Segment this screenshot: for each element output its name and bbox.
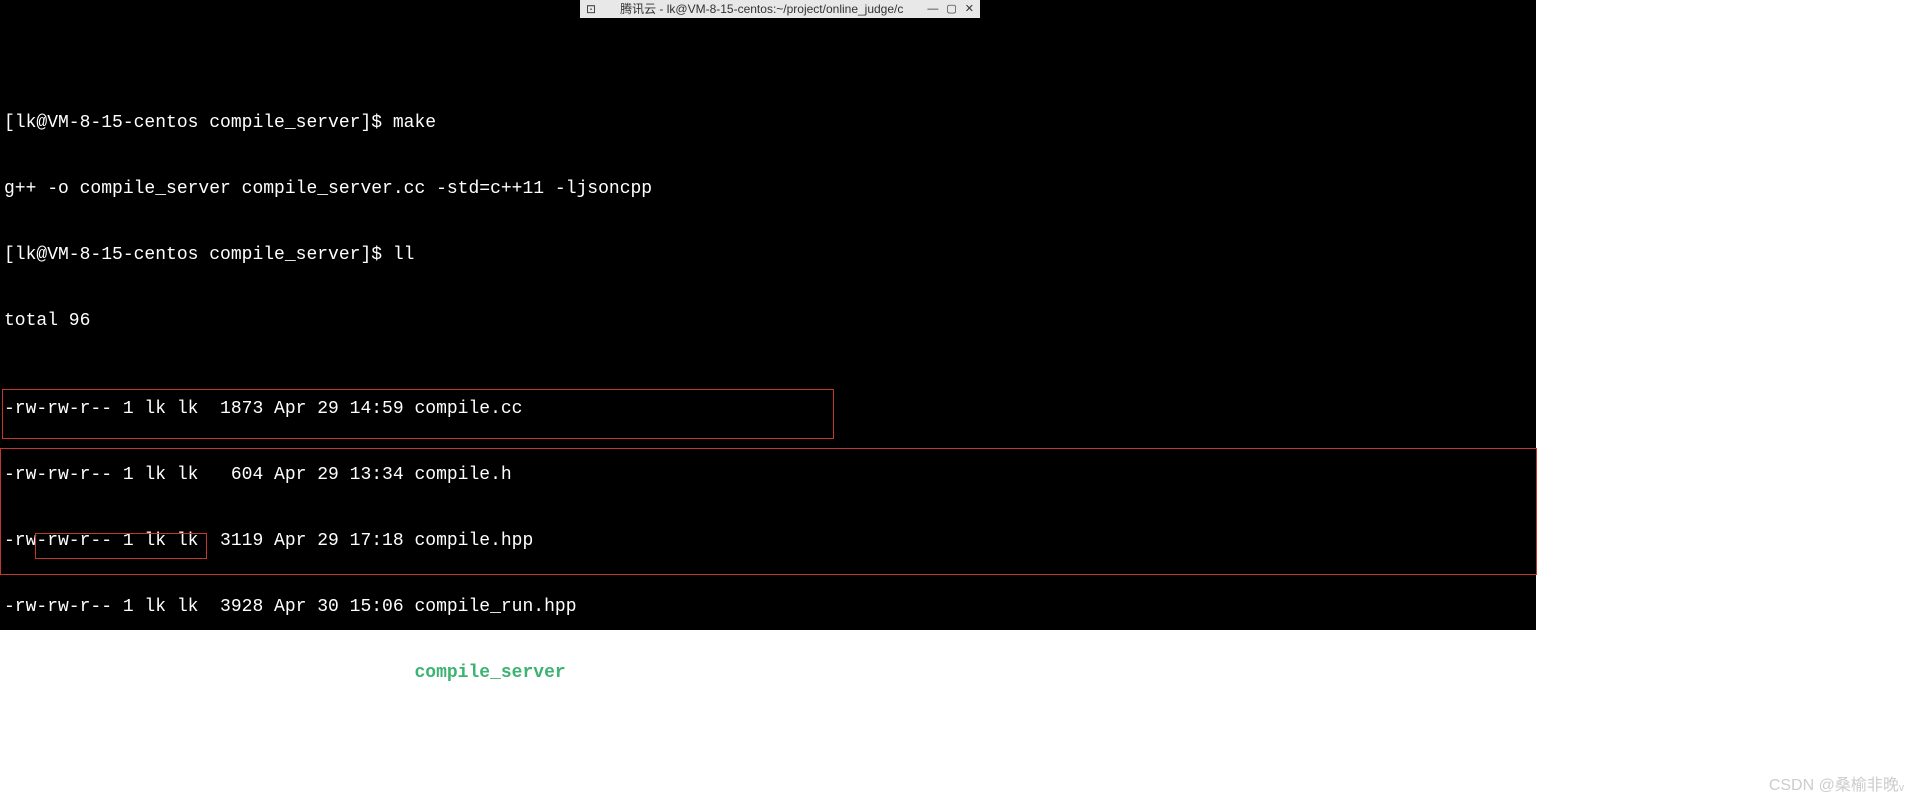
command-text: ll — [393, 245, 415, 265]
file-perms: -rwxrwxr-x 1 lk lk 56496 Apr 30 15:51 — [4, 663, 414, 683]
file-name: compile.hpp — [414, 531, 533, 551]
watermark-text: CSDN @桑榆非晚ᵥ — [1769, 775, 1904, 797]
file-row: -rw-rw-r-- 1 lk lk 1166 Apr 30 15:44 com… — [4, 728, 1532, 750]
prompt: [lk@VM-8-15-centos compile_server]$ — [4, 113, 393, 133]
terminal-line: total 96 — [4, 310, 1532, 332]
file-name: compile.h — [414, 465, 511, 485]
terminal-window[interactable]: ⊡ 腾讯云 - lk@VM-8-15-centos:~/project/onli… — [0, 0, 1536, 630]
file-row: -rwxrwxr-x 1 lk lk 56496 Apr 30 15:51 co… — [4, 662, 1532, 684]
prompt: [lk@VM-8-15-centos compile_server]$ — [4, 245, 393, 265]
pin-icon[interactable]: ⊡ — [586, 0, 596, 18]
file-perms: -rw-rw-r-- 1 lk lk 1166 Apr 30 15:44 — [4, 729, 414, 749]
command-text: make — [393, 113, 436, 133]
window-titlebar: ⊡ 腾讯云 - lk@VM-8-15-centos:~/project/onli… — [580, 0, 980, 18]
file-name: makefile — [414, 795, 500, 807]
file-row: -rw-rw-r-- 1 lk lk 3119 Apr 29 17:18 com… — [4, 530, 1532, 552]
file-perms: -rw-rw-r-- 1 lk lk 604 Apr 29 13:34 — [4, 465, 414, 485]
file-perms: -rw-rw-r-- 1 lk lk 1873 Apr 29 14:59 — [4, 399, 414, 419]
file-name: compile_run.hpp — [414, 597, 576, 617]
close-icon[interactable]: ✕ — [965, 0, 974, 18]
output-text: total 96 — [4, 311, 90, 331]
window-title: 腾讯云 - lk@VM-8-15-centos:~/project/online… — [620, 0, 903, 18]
file-name: compile_server — [414, 663, 565, 683]
file-row: -rw-rw-r-- 1 lk lk 3928 Apr 30 15:06 com… — [4, 596, 1532, 618]
file-name: compile.cc — [414, 399, 522, 419]
terminal-line: [lk@VM-8-15-centos compile_server]$ ll — [4, 244, 1532, 266]
file-row: -rw-rw-r-- 1 lk lk 604 Apr 29 13:34 comp… — [4, 464, 1532, 486]
file-name: compile_server.cc — [414, 729, 598, 749]
output-text: g++ -o compile_server compile_server.cc … — [4, 179, 652, 199]
file-row: -rw-rw-r-- 1 lk lk 110 Apr 30 15:16 make… — [4, 794, 1532, 807]
file-perms: -rw-rw-r-- 1 lk lk 3119 Apr 29 17:18 — [4, 531, 414, 551]
file-perms: -rw-rw-r-- 1 lk lk 110 Apr 30 15:16 — [4, 795, 414, 807]
file-perms: -rw-rw-r-- 1 lk lk 3928 Apr 30 15:06 — [4, 597, 414, 617]
terminal-line: [lk@VM-8-15-centos compile_server]$ make — [4, 112, 1532, 134]
maximize-icon[interactable]: ▢ — [946, 0, 956, 18]
terminal-line: g++ -o compile_server compile_server.cc … — [4, 178, 1532, 200]
minimize-icon[interactable]: — — [927, 0, 938, 18]
file-row: -rw-rw-r-- 1 lk lk 1873 Apr 29 14:59 com… — [4, 398, 1532, 420]
